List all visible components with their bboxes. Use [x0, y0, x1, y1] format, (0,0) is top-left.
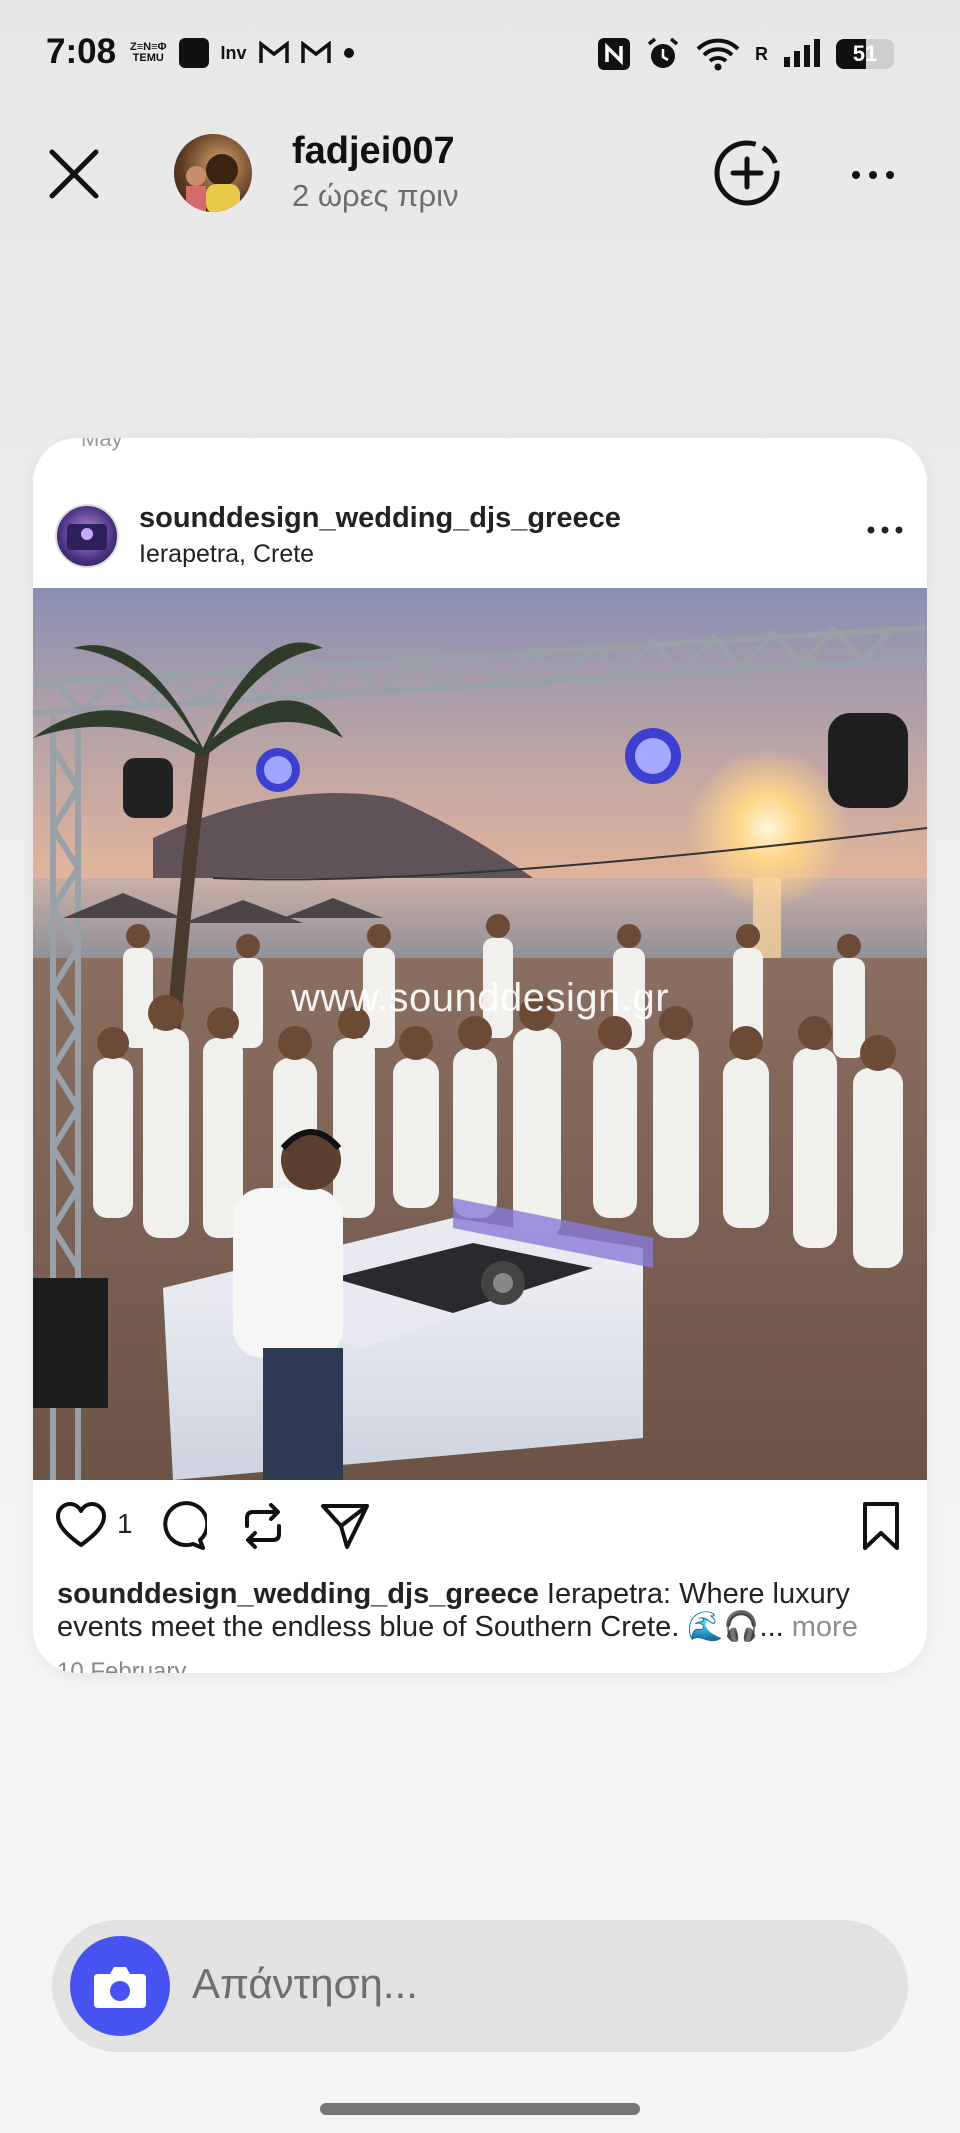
more-options-icon[interactable]	[848, 150, 898, 200]
post-username[interactable]: sounddesign_wedding_djs_greece	[139, 502, 621, 535]
beach-dj-party-image	[33, 588, 927, 1480]
temu-icon: Ζ≡Ν≡Φ TEMU	[130, 41, 167, 64]
post-actions: 1	[33, 1500, 927, 1570]
wifi-icon	[696, 38, 740, 71]
post-date: 10 February	[57, 1658, 187, 1673]
post-more-icon[interactable]	[865, 518, 905, 542]
bookmark-icon[interactable]	[855, 1500, 907, 1552]
post-location[interactable]: Ierapetra, Crete	[139, 540, 314, 569]
post-prev-date: May	[81, 438, 123, 451]
alarm-icon	[647, 37, 679, 68]
gmail-icon	[300, 41, 331, 63]
network-type: R	[755, 43, 768, 64]
gmail-icon	[258, 41, 289, 63]
share-icon[interactable]	[319, 1500, 371, 1552]
caption-username[interactable]: sounddesign_wedding_djs_greece	[57, 1578, 539, 1610]
close-icon[interactable]	[46, 146, 102, 202]
battery-level: 51	[852, 41, 878, 66]
home-indicator[interactable]	[320, 2103, 640, 2115]
post-photo[interactable]: www.sounddesign.gr	[33, 588, 927, 1480]
photo-watermark: www.sounddesign.gr	[290, 976, 670, 1020]
status-time: 7:08	[46, 32, 117, 71]
story-username[interactable]: fadjei007	[292, 130, 455, 173]
avatar[interactable]	[174, 134, 252, 212]
nfc-icon	[598, 38, 630, 70]
post-caption[interactable]: sounddesign_wedding_djs_greece Ierapetra…	[57, 1578, 907, 1644]
status-bar: 7:08 Ζ≡Ν≡Φ TEMU Inv R 51	[0, 0, 960, 110]
like-count: 1	[117, 1508, 133, 1539]
notification-icons: Ζ≡Ν≡Φ TEMU Inv	[130, 38, 355, 68]
add-to-story-icon[interactable]	[712, 138, 782, 208]
dot-icon	[343, 48, 354, 58]
camera-button[interactable]	[70, 1936, 170, 2036]
status-right: R 51	[597, 36, 894, 72]
reply-input[interactable]: Απάντηση...	[192, 1960, 418, 2008]
shared-post-card[interactable]: May sounddesign_wedding_djs_greece Ierap…	[33, 438, 927, 1673]
story-time-ago: 2 ώρες πριν	[292, 178, 459, 213]
battery-icon: 51	[836, 39, 894, 69]
signal-icon	[784, 39, 820, 67]
inv-icon: Inv	[220, 42, 247, 63]
mycosmo-icon	[178, 38, 209, 68]
repost-icon[interactable]	[237, 1500, 289, 1552]
story-header: fadjei007 2 ώρες πριν	[0, 120, 960, 230]
heart-icon[interactable]	[55, 1500, 107, 1552]
post-avatar[interactable]	[55, 504, 119, 568]
comment-icon[interactable]	[155, 1500, 207, 1552]
reply-bar[interactable]: Απάντηση...	[52, 1920, 908, 2052]
camera-icon	[94, 1967, 146, 2008]
caption-more-link[interactable]: more	[784, 1611, 858, 1643]
